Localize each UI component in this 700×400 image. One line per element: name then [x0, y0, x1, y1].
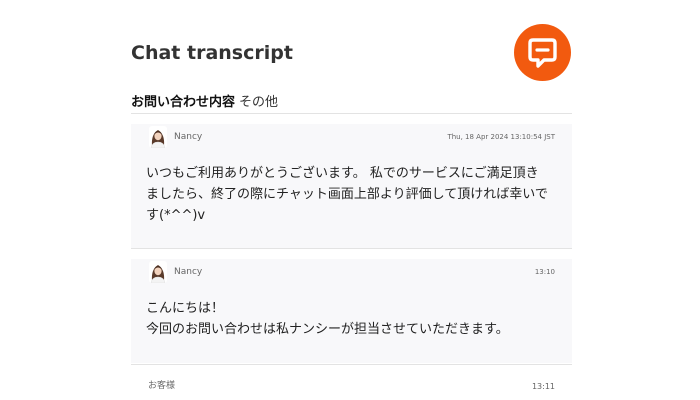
message-header: Nancy Thu, 18 Apr 2024 13:10:54 JST — [131, 124, 572, 154]
message-line: す(*^^)v — [146, 208, 206, 223]
chat-message: Nancy Thu, 18 Apr 2024 13:10:54 JST いつもご… — [131, 124, 572, 248]
inquiry-subject: お問い合わせ内容 その他 — [131, 94, 278, 112]
chat-transcript-page: Chat transcript お問い合わせ内容 その他 Nancy Thu, 1… — [0, 0, 700, 400]
message-text: こんにちは！ 今回のお問い合わせは私ナンシーが担当させていただきます。 — [146, 298, 558, 340]
message-line: ましたら、終了の際にチャット画面上部より評価して頂ければ幸いで — [146, 187, 548, 202]
inquiry-subject-label: お問い合わせ内容 — [131, 95, 236, 110]
divider — [131, 113, 572, 114]
chat-message: Nancy 13:10 こんにちは！ 今回のお問い合わせは私ナンシーが担当させて… — [131, 259, 572, 363]
chat-bubble-icon — [514, 24, 571, 81]
sender-name: お客様 — [148, 381, 176, 391]
agent-avatar-icon — [149, 261, 167, 283]
sender-name: Nancy — [174, 267, 203, 277]
message-line: こんにちは！ — [146, 301, 225, 316]
message-timestamp: 13:11 — [531, 382, 555, 391]
sender-name: Nancy — [174, 132, 203, 142]
message-header: Nancy 13:10 — [131, 259, 572, 289]
page-title: Chat transcript — [131, 42, 293, 64]
inquiry-subject-value: その他 — [239, 95, 279, 110]
message-text: いつもご利用ありがとうございます。 私でのサービスにご満足頂き ましたら、終了の… — [146, 163, 558, 226]
message-line: 今回のお問い合わせは私ナンシーが担当させていただきます。 — [146, 322, 509, 337]
message-timestamp: Thu, 18 Apr 2024 13:10:54 JST — [447, 133, 555, 141]
agent-avatar-icon — [149, 126, 167, 148]
message-timestamp: 13:10 — [534, 268, 555, 276]
chat-message: お客様 13:11 — [131, 372, 572, 400]
divider — [131, 364, 572, 365]
divider — [131, 248, 572, 249]
message-line: いつもご利用ありがとうございます。 私でのサービスにご満足頂き — [146, 166, 539, 181]
